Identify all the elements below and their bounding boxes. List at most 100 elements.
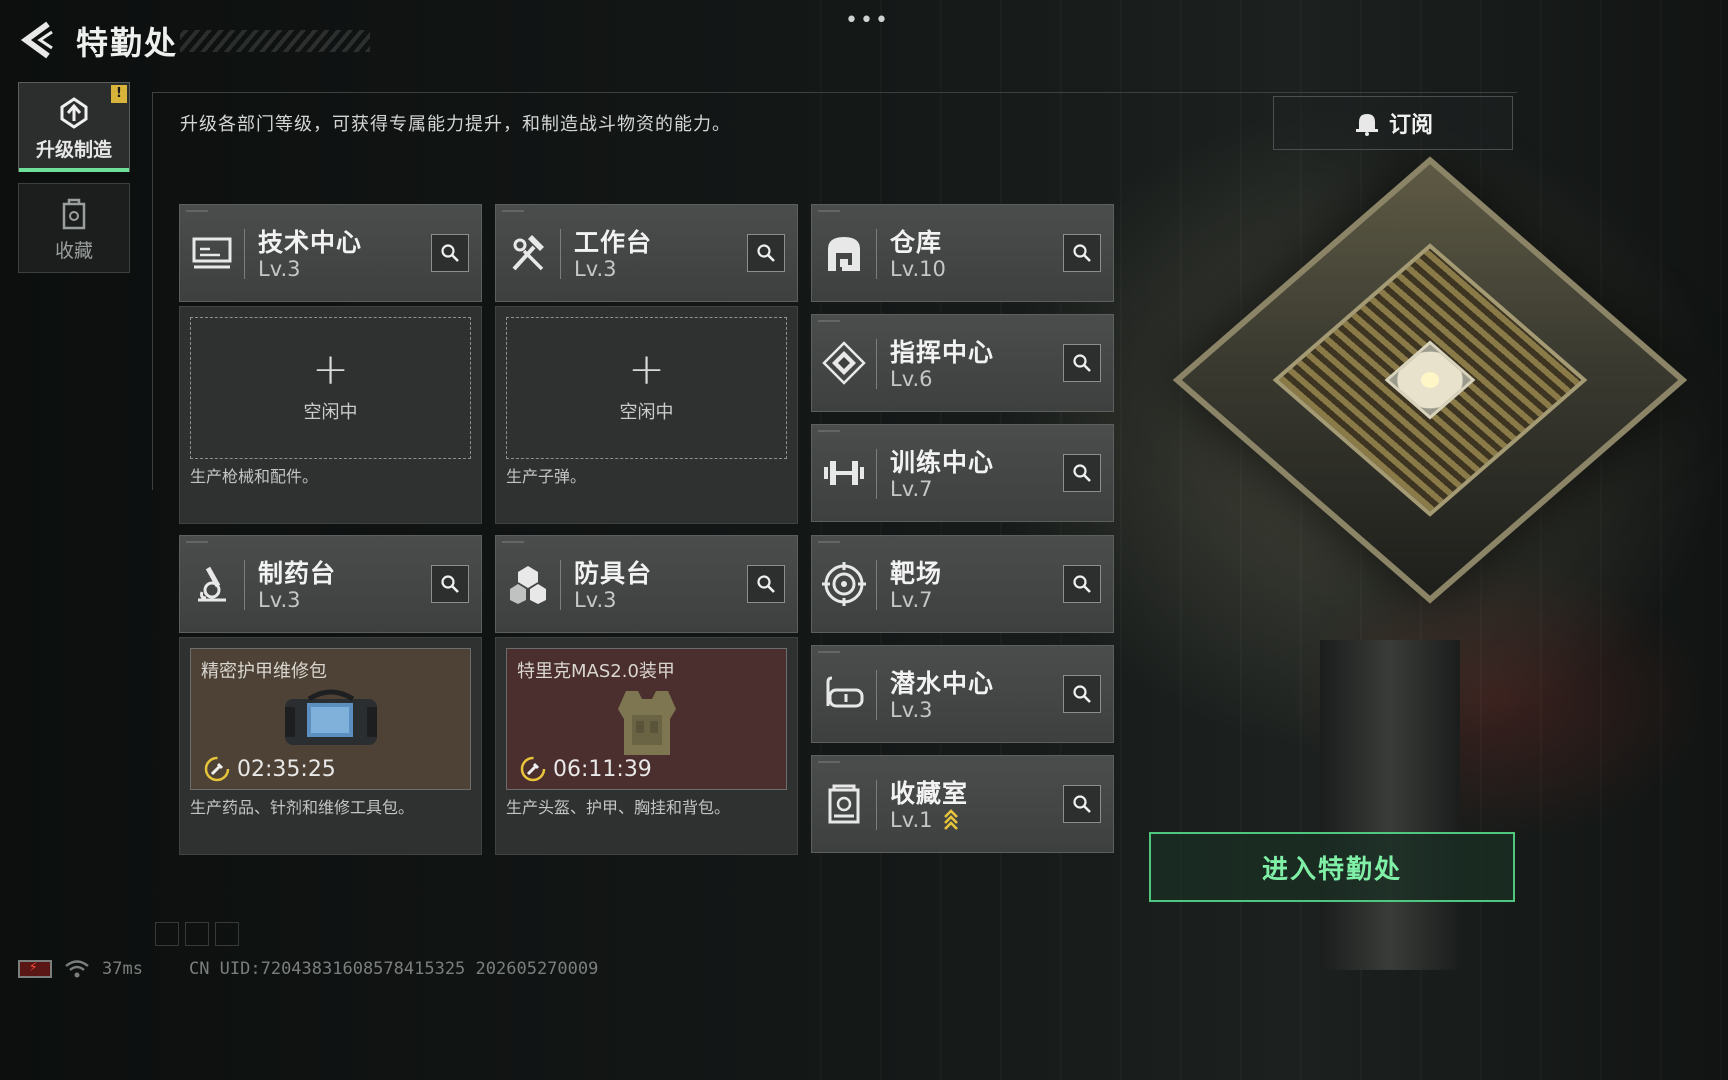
search-icon xyxy=(1073,685,1091,703)
page-description: 升级各部门等级，可获得专属能力提升，和制造战斗物资的能力。 xyxy=(180,114,731,135)
department-description: 生产药品、针剂和维修工具包。 xyxy=(190,798,415,817)
search-icon xyxy=(757,244,775,262)
department-card-tech[interactable]: 技术中心 Lv.3 xyxy=(179,204,482,302)
body-armor-image xyxy=(617,691,676,755)
search-icon xyxy=(1073,244,1091,262)
department-card-armor[interactable]: 防具台 Lv.3 xyxy=(495,535,798,633)
production-panel-pharmacy: 精密护甲维修包 02:35:25 生产药品、针剂和维修工具包。 xyxy=(179,637,482,855)
product-name: 精密护甲维修包 xyxy=(201,661,327,682)
sidebar-item-collection[interactable]: 收藏 xyxy=(18,183,130,273)
ping-value: 37ms xyxy=(102,959,143,979)
department-card-pharmacy[interactable]: 制药台 Lv.3 xyxy=(179,535,482,633)
department-card-collection[interactable]: 收藏室 Lv.1 xyxy=(811,755,1114,853)
department-level: Lv.6 xyxy=(890,367,933,391)
special-ops-cube-artwork xyxy=(1172,150,1688,610)
uid-text: CN UID:72043831608578415325 202605270009 xyxy=(188,959,599,979)
production-slot[interactable]: 精密护甲维修包 02:35:25 xyxy=(190,648,471,790)
timer-value: 06:11:39 xyxy=(553,756,652,782)
department-card-diving[interactable]: 潜水中心 Lv.3 xyxy=(811,645,1114,743)
department-level: Lv.3 xyxy=(258,588,301,612)
department-card-workbench[interactable]: 工作台 Lv.3 xyxy=(495,204,798,302)
department-level: Lv.10 xyxy=(890,257,946,281)
production-timer: 02:35:25 xyxy=(203,755,336,783)
department-level: Lv.3 xyxy=(574,257,617,281)
department-card-range[interactable]: 靶场 Lv.7 xyxy=(811,535,1114,633)
department-level: Lv.3 xyxy=(258,257,301,281)
collection-room-icon xyxy=(828,784,860,824)
faint-toolbar xyxy=(155,922,239,946)
wrench-timer-icon xyxy=(204,756,230,782)
search-button[interactable] xyxy=(1063,234,1101,272)
department-level: Lv.3 xyxy=(574,588,617,612)
bell-icon xyxy=(1355,114,1378,136)
search-button[interactable] xyxy=(747,234,785,272)
hammer-wrench-icon xyxy=(512,235,544,271)
page-title: 特勤处 xyxy=(76,24,179,62)
computer-icon xyxy=(192,237,232,269)
department-level: Lv.1 xyxy=(890,808,933,832)
idle-slot[interactable]: + 空闲中 xyxy=(506,317,787,459)
search-icon xyxy=(1073,575,1091,593)
search-button[interactable] xyxy=(747,565,785,603)
subscribe-button[interactable]: 订阅 xyxy=(1273,96,1513,150)
search-button[interactable] xyxy=(1063,785,1101,823)
search-icon xyxy=(757,575,775,593)
warehouse-icon xyxy=(828,237,860,271)
department-name: 潜水中心 xyxy=(890,669,995,698)
production-slot[interactable]: 特里克MAS2.0装甲 06:11:39 xyxy=(506,648,787,790)
product-name: 特里克MAS2.0装甲 xyxy=(517,661,675,682)
department-card-command[interactable]: 指挥中心 Lv.6 xyxy=(811,314,1114,412)
department-card-warehouse[interactable]: 仓库 Lv.10 xyxy=(811,204,1114,302)
subscribe-label: 订阅 xyxy=(1388,113,1433,138)
department-description: 生产头盔、护甲、胸挂和背包。 xyxy=(506,798,731,817)
sidebar-item-upgrade[interactable]: ! 升级制造 xyxy=(18,82,130,172)
department-name: 仓库 xyxy=(890,228,943,257)
upgrade-gear-icon xyxy=(60,97,88,129)
target-icon xyxy=(822,562,866,606)
enter-special-ops-button[interactable]: 进入特勤处 xyxy=(1149,832,1515,902)
search-icon xyxy=(1073,354,1091,372)
production-panel-workbench: + 空闲中 生产子弹。 xyxy=(495,306,798,524)
department-name: 收藏室 xyxy=(890,779,969,808)
back-arrow-icon xyxy=(20,21,53,59)
slot-status: 空闲中 xyxy=(303,402,358,423)
repair-kit-bag-image xyxy=(284,689,377,745)
back-button[interactable] xyxy=(18,20,58,60)
wifi-icon xyxy=(65,960,89,978)
department-name: 训练中心 xyxy=(890,448,995,477)
search-button[interactable] xyxy=(1063,344,1101,382)
department-name: 防具台 xyxy=(574,559,653,588)
title-decoration xyxy=(180,30,370,52)
production-panel-tech: + 空闲中 生产枪械和配件。 xyxy=(179,306,482,524)
search-button[interactable] xyxy=(431,234,469,272)
search-button[interactable] xyxy=(1063,675,1101,713)
dumbbell-icon xyxy=(824,461,864,485)
command-diamond-icon xyxy=(822,341,866,385)
department-description: 生产子弹。 xyxy=(506,467,587,486)
idle-slot[interactable]: + 空闲中 xyxy=(190,317,471,459)
more-menu-icon[interactable]: ••• xyxy=(845,8,890,33)
enter-button-label: 进入特勤处 xyxy=(1261,854,1402,885)
department-description: 生产枪械和配件。 xyxy=(190,467,319,486)
search-button[interactable] xyxy=(431,565,469,603)
search-icon xyxy=(1073,464,1091,482)
battery-icon xyxy=(18,959,52,978)
search-icon xyxy=(441,244,459,262)
production-timer: 06:11:39 xyxy=(519,755,652,783)
production-panel-armor: 特里克MAS2.0装甲 06:11:39 生产头盔、护甲、胸挂和背包。 xyxy=(495,637,798,855)
status-bar: 37ms CN UID:72043831608578415325 2026052… xyxy=(18,958,598,980)
armor-plates-icon xyxy=(510,566,546,604)
upgrade-available-icon xyxy=(944,809,959,830)
wrench-timer-icon xyxy=(520,756,546,782)
search-icon xyxy=(441,575,459,593)
active-indicator xyxy=(19,168,129,172)
department-name: 技术中心 xyxy=(258,228,363,257)
faint-icon xyxy=(155,922,179,946)
search-button[interactable] xyxy=(1063,565,1101,603)
search-button[interactable] xyxy=(1063,454,1101,492)
sidebar-item-label: 升级制造 xyxy=(35,139,112,161)
collection-case-icon xyxy=(62,198,86,230)
add-icon: + xyxy=(628,344,665,395)
faint-icon xyxy=(215,922,239,946)
department-card-training[interactable]: 训练中心 Lv.7 xyxy=(811,424,1114,522)
